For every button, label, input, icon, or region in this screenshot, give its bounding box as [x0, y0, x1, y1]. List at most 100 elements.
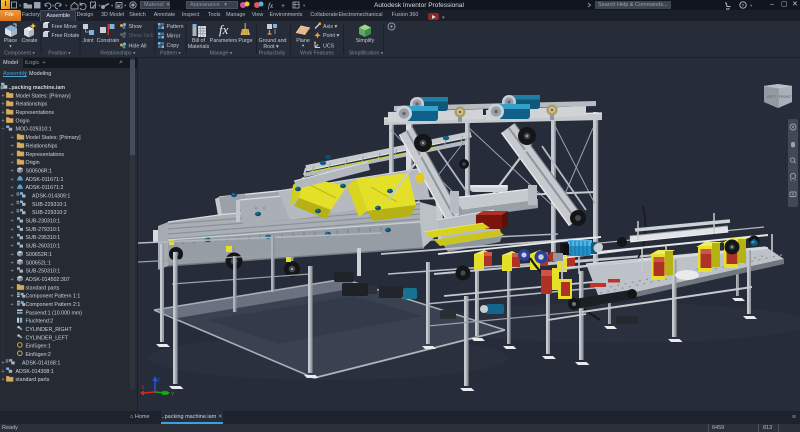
- svg-text:SUB-230310:1: SUB-230310:1: [26, 219, 61, 225]
- svg-text:Model States: [Primary]: Model States: [Primary]: [16, 93, 72, 99]
- svg-text:+: +: [11, 177, 14, 183]
- svg-text:Constrain: Constrain: [97, 38, 120, 44]
- svg-text:▾: ▾: [9, 44, 12, 49]
- svg-text:+: +: [11, 235, 14, 241]
- svg-text:+: +: [11, 193, 14, 199]
- svg-text:▾: ▾: [65, 3, 68, 8]
- svg-text:UCS: UCS: [323, 44, 335, 50]
- svg-text:+: +: [11, 202, 14, 208]
- svg-text:Simplification ▾: Simplification ▾: [349, 51, 384, 57]
- svg-text:Relationships ▾: Relationships ▾: [100, 51, 136, 57]
- svg-text:▾: ▾: [303, 3, 306, 8]
- svg-text:..packing machine.iam: ..packing machine.iam: [9, 85, 66, 91]
- svg-text:fx: fx: [219, 22, 229, 37]
- svg-text:Relationships: Relationships: [26, 143, 58, 149]
- svg-text:Component Pattern 1:1: Component Pattern 1:1: [26, 294, 81, 300]
- svg-text:S00652L:1: S00652L:1: [26, 260, 52, 266]
- svg-text:Pattern: Pattern: [167, 24, 184, 30]
- svg-text:+: +: [11, 277, 14, 283]
- svg-text:+: +: [11, 244, 14, 250]
- svg-text:Mirror: Mirror: [167, 34, 181, 40]
- svg-text:Relationships: Relationships: [16, 102, 48, 108]
- svg-text:ADSK-011671:1: ADSK-011671:1: [26, 177, 64, 183]
- svg-text:Origin: Origin: [26, 160, 40, 166]
- svg-text:Component ▾: Component ▾: [4, 51, 35, 57]
- svg-text:+: +: [11, 219, 14, 225]
- svg-text:Position ▾: Position ▾: [48, 51, 71, 57]
- svg-text:SUB-229310:1: SUB-229310:1: [32, 202, 67, 208]
- svg-text:S00652R:1: S00652R:1: [26, 252, 53, 258]
- svg-text:Create: Create: [22, 38, 38, 44]
- svg-text:+: +: [281, 3, 285, 10]
- svg-text:Model States: [Primary]: Model States: [Primary]: [26, 135, 82, 141]
- svg-text:▾: ▾: [111, 3, 114, 8]
- svg-text:+: +: [11, 160, 14, 166]
- svg-text:ADSK-014308:1: ADSK-014308:1: [16, 369, 54, 375]
- svg-text:Einfügen:1: Einfügen:1: [26, 344, 51, 350]
- svg-text:Passend:1 (10.000 mm): Passend:1 (10.000 mm): [26, 310, 83, 316]
- svg-text:Show Sick: Show Sick: [129, 33, 154, 39]
- svg-text:+: +: [1, 102, 4, 108]
- svg-text:Copy: Copy: [167, 43, 180, 49]
- svg-text:Work Features: Work Features: [300, 51, 334, 57]
- svg-text:ADSK-014309:1: ADSK-014309:1: [32, 193, 70, 199]
- svg-text:+: +: [11, 185, 14, 191]
- svg-text:Joint: Joint: [82, 38, 94, 44]
- svg-text:SUB-229310:2: SUB-229310:2: [32, 210, 67, 216]
- svg-text:MOD-029310:1: MOD-029310:1: [16, 127, 52, 133]
- svg-text:Parameters: Parameters: [210, 38, 238, 44]
- svg-text:Point ▾: Point ▾: [323, 33, 340, 39]
- svg-text:fx: fx: [268, 2, 274, 10]
- svg-text:Root ▾: Root ▾: [263, 44, 279, 50]
- svg-text:Y: Y: [171, 392, 175, 398]
- svg-text:Materials: Materials: [188, 44, 210, 50]
- svg-text:+: +: [11, 143, 14, 149]
- svg-text:SUB-250310:1: SUB-250310:1: [26, 269, 61, 275]
- svg-text:▾: ▾: [750, 3, 753, 8]
- svg-text:Simplify: Simplify: [356, 38, 375, 44]
- svg-text:+: +: [11, 227, 14, 233]
- svg-text:+: +: [1, 377, 4, 383]
- svg-text:X: X: [141, 385, 145, 391]
- svg-text:Component Pattern 2:1: Component Pattern 2:1: [26, 302, 81, 308]
- svg-text:+: +: [1, 360, 4, 366]
- svg-text:ADSK-014168:1: ADSK-014168:1: [22, 360, 60, 366]
- svg-text:FRONT: FRONT: [779, 95, 792, 99]
- svg-text:▾: ▾: [124, 3, 127, 8]
- svg-text:+: +: [11, 152, 14, 158]
- svg-text:SUB-279310:1: SUB-279310:1: [26, 227, 61, 233]
- svg-text:Origin: Origin: [16, 118, 30, 124]
- svg-text:+: +: [1, 118, 4, 124]
- svg-text:Pattern ▾: Pattern ▾: [160, 51, 181, 57]
- svg-text:▾: ▾: [99, 3, 102, 8]
- svg-text:+: +: [1, 93, 4, 99]
- svg-text:CYLINDER_RIGHT: CYLINDER_RIGHT: [26, 327, 73, 333]
- svg-text:+: +: [11, 260, 14, 266]
- svg-text:+: +: [11, 285, 14, 291]
- svg-text:SUB-260310:1: SUB-260310:1: [26, 244, 61, 250]
- svg-text:+: +: [11, 269, 14, 275]
- svg-text:Hide All: Hide All: [129, 44, 147, 50]
- svg-text:LEFT: LEFT: [767, 95, 777, 99]
- svg-text:▾: ▾: [52, 3, 55, 8]
- svg-text:Productivity: Productivity: [259, 51, 286, 57]
- svg-text:Show: Show: [129, 24, 142, 30]
- svg-text:SUB-295310:1: SUB-295310:1: [26, 235, 61, 241]
- svg-text:+: +: [11, 302, 14, 308]
- svg-text:CYLINDER_LEFT: CYLINDER_LEFT: [26, 335, 69, 341]
- svg-text:standard parts: standard parts: [26, 285, 60, 291]
- svg-text:+: +: [11, 168, 14, 174]
- svg-text:standard parts: standard parts: [16, 377, 50, 383]
- svg-text:Manage ▾: Manage ▾: [210, 51, 233, 57]
- svg-text:+: +: [11, 294, 14, 300]
- svg-text:Z: Z: [157, 378, 160, 384]
- svg-text:ADSK-014502:307: ADSK-014502:307: [26, 277, 70, 283]
- svg-text:Fluchtend:2: Fluchtend:2: [26, 319, 54, 325]
- svg-text:Representations: Representations: [16, 110, 55, 116]
- svg-text:+: +: [11, 135, 14, 141]
- svg-text:Purge: Purge: [238, 38, 252, 44]
- svg-text:ADSK-011671:2: ADSK-011671:2: [26, 185, 64, 191]
- svg-text:+: +: [11, 252, 14, 258]
- svg-text:Einfügen:2: Einfügen:2: [26, 352, 51, 358]
- svg-text:+: +: [11, 210, 14, 216]
